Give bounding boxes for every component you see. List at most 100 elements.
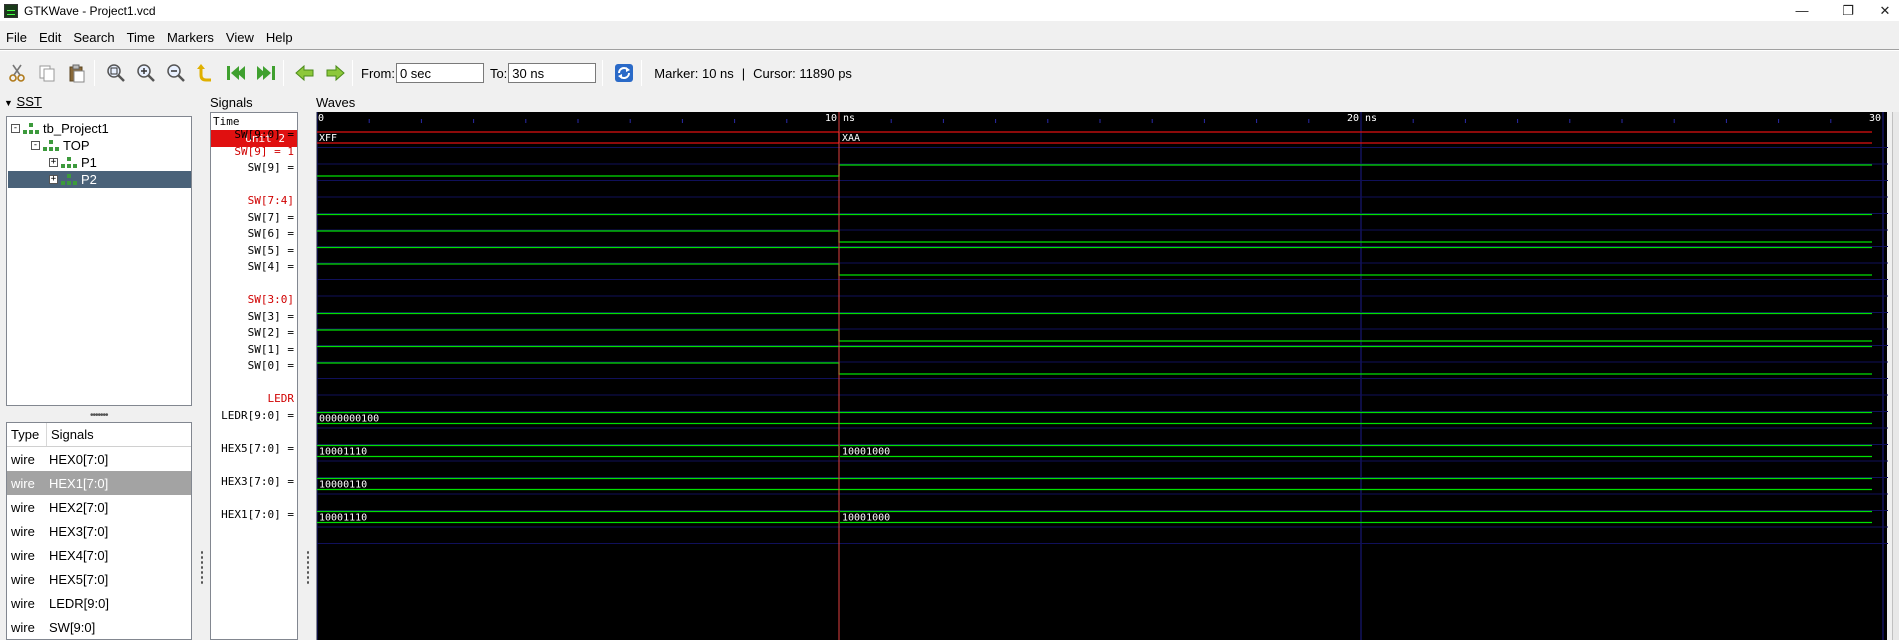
expand-icon[interactable]: +	[49, 158, 58, 167]
signal-label[interactable]: SW[7] =	[248, 210, 294, 226]
time-tick-label: 10 ns	[825, 113, 855, 124]
cut-icon[interactable]	[4, 60, 30, 86]
menu-time[interactable]: Time	[121, 30, 161, 45]
collapse-arrow-icon[interactable]: ▼	[4, 98, 13, 108]
zoom-out-icon[interactable]	[163, 60, 189, 86]
gtkwave-app-icon	[4, 3, 18, 18]
toolbar-separator	[641, 60, 643, 86]
signal-label[interactable]: LEDR[9:0] =	[221, 408, 294, 424]
signal-list[interactable]: Type Signals wire HEX0[7:0] wire HEX1[7:0]…	[6, 422, 192, 640]
menu-search[interactable]: Search	[67, 30, 120, 45]
signals-pane[interactable]: Time Unit 2 SW[9:0] = SW[9] = 1 SW[9] = SW[…	[210, 112, 298, 640]
tree-node-p1[interactable]: + P1	[49, 154, 97, 171]
menu-file[interactable]: File	[0, 30, 33, 45]
bus-waveform	[317, 477, 1872, 491]
signal-label[interactable]: SW[9] = 1	[234, 144, 294, 160]
expand-icon[interactable]: +	[49, 175, 58, 184]
waveform-canvas[interactable]: 0 10 ns 20 ns 30 XFF XAA 0000000100 10001110 100…	[317, 112, 1888, 640]
toolbar-separator	[602, 60, 604, 86]
signal-row[interactable]: wire HEX5[7:0]	[7, 567, 191, 591]
signal-type: wire	[11, 451, 35, 467]
signal-name: HEX3[7:0]	[49, 523, 109, 539]
vertical-scrollbar[interactable]	[1892, 112, 1899, 640]
reload-icon[interactable]	[611, 60, 637, 86]
collapse-icon[interactable]: -	[31, 141, 40, 150]
bit-waveform	[317, 362, 1872, 375]
tree-node-tb-project1[interactable]: - tb_Project1	[11, 120, 109, 137]
signal-label[interactable]: SW[0] =	[248, 358, 294, 374]
signal-label[interactable]: SW[1] =	[248, 342, 294, 358]
signal-row[interactable]: wire HEX1[7:0]	[7, 471, 191, 495]
signal-label[interactable]: HEX3[7:0] =	[221, 474, 294, 490]
signal-row[interactable]: wire HEX2[7:0]	[7, 495, 191, 519]
copy-icon[interactable]	[34, 60, 60, 86]
bus-waveform	[840, 131, 1872, 144]
tree-node-top[interactable]: - TOP	[31, 137, 90, 154]
menu-markers[interactable]: Markers	[161, 30, 220, 45]
zoom-in-icon[interactable]	[133, 60, 159, 86]
minimize-icon[interactable]: —	[1779, 0, 1825, 21]
signal-row[interactable]: wire HEX3[7:0]	[7, 519, 191, 543]
bus-value-label: 10001000	[842, 513, 890, 524]
signal-row[interactable]: wire SW[9:0]	[7, 615, 191, 639]
readout-separator: |	[741, 65, 746, 81]
signal-label[interactable]: HEX1[7:0] =	[221, 507, 294, 523]
signal-label[interactable]: SW[2] =	[248, 325, 294, 341]
signal-label[interactable]: SW[5] =	[248, 243, 294, 259]
sst-title: SST	[16, 94, 42, 109]
zoom-to-start-icon[interactable]	[223, 60, 249, 86]
signal-label[interactable]: SW[7:4]	[248, 193, 294, 209]
menu-edit[interactable]: Edit	[33, 30, 67, 45]
signal-label[interactable]: HEX5[7:0] =	[221, 441, 294, 457]
bus-waveform	[317, 131, 839, 144]
to-label: To:	[489, 65, 508, 81]
waves-pane[interactable]: 0 10 ns 20 ns 30 XFF XAA 0000000100 10001110 100…	[316, 112, 1888, 640]
tree-label: TOP	[63, 138, 90, 153]
signal-row[interactable]: wire LEDR[9:0]	[7, 591, 191, 615]
restore-icon[interactable]: ❐	[1825, 0, 1871, 21]
cursor-readout: Cursor: 11890 ps	[753, 65, 852, 81]
pane-splitter-handle[interactable]	[200, 550, 204, 586]
sst-tree[interactable]: - tb_Project1 - TOP + P1 + P2	[6, 116, 192, 406]
sst-header[interactable]: ▼ SST	[4, 94, 42, 109]
close-icon[interactable]: ✕	[1871, 0, 1899, 21]
column-signals[interactable]: Signals	[47, 423, 98, 446]
from-time-input[interactable]	[395, 63, 484, 83]
find-previous-edge-icon[interactable]	[292, 60, 318, 86]
signal-label[interactable]: SW[6] =	[248, 226, 294, 242]
zoom-fit-icon[interactable]	[103, 60, 129, 86]
bus-waveform	[840, 510, 1872, 524]
signal-label[interactable]: SW[9] =	[248, 160, 294, 176]
bus-waveform	[317, 444, 839, 458]
zoom-to-end-icon[interactable]	[253, 60, 279, 86]
menu-view[interactable]: View	[220, 30, 260, 45]
column-type[interactable]: Type	[7, 423, 47, 446]
signal-type: wire	[11, 475, 35, 491]
bus-value-label: 0000000100	[319, 414, 379, 425]
collapse-icon[interactable]: -	[11, 124, 20, 133]
bus-value-label: 10001000	[842, 447, 890, 458]
bus-value-label: XAA	[842, 133, 860, 144]
signal-row[interactable]: wire HEX4[7:0]	[7, 543, 191, 567]
time-tick-label: 20 ns	[1347, 113, 1377, 124]
signal-row[interactable]: wire HEX0[7:0]	[7, 447, 191, 471]
menu-help[interactable]: Help	[260, 30, 299, 45]
signal-label[interactable]: SW[3:0]	[248, 292, 294, 308]
paste-icon[interactable]	[64, 60, 90, 86]
pane-splitter-handle[interactable]: •••••••	[90, 410, 108, 421]
bus-value-label: 10001110	[319, 513, 367, 524]
tree-label: P1	[81, 155, 97, 170]
signal-label[interactable]: SW[4] =	[248, 259, 294, 275]
signal-type: wire	[11, 547, 35, 563]
signal-label[interactable]: LEDR	[268, 391, 295, 407]
zoom-undo-icon[interactable]	[193, 60, 219, 86]
signal-name: HEX4[7:0]	[49, 547, 109, 563]
signal-label[interactable]: SW[3] =	[248, 309, 294, 325]
signal-name: LEDR[9:0]	[49, 595, 109, 611]
tree-label: P2	[81, 172, 97, 187]
pane-splitter-handle[interactable]	[306, 550, 310, 586]
signal-label[interactable]: SW[9:0] =	[234, 127, 294, 143]
to-time-input[interactable]	[508, 63, 597, 83]
find-next-edge-icon[interactable]	[322, 60, 348, 86]
tree-node-p2[interactable]: + P2	[49, 171, 97, 188]
